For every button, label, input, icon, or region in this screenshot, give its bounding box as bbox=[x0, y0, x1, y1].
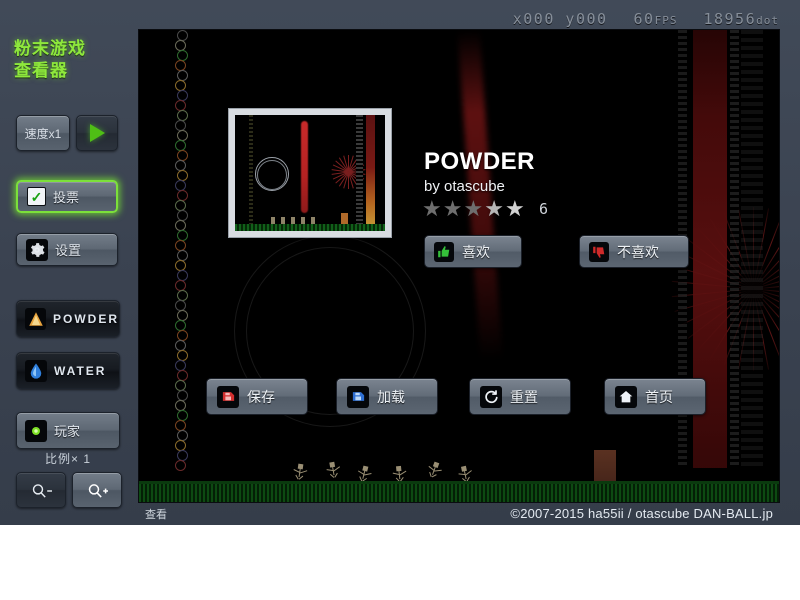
speed-button-label: 速度x1 bbox=[25, 125, 62, 142]
reset-button-label: 重置 bbox=[510, 387, 538, 407]
save-button-label: 保存 bbox=[247, 387, 275, 407]
sidebar-item-vote[interactable]: ✓ 投票 bbox=[16, 180, 118, 213]
vote-button-label: 投票 bbox=[53, 187, 79, 206]
brown-block bbox=[594, 450, 616, 484]
thumbnail-stick-figure bbox=[301, 217, 305, 224]
footer-bar: 查看 ©2007-2015 ha55ii / otascube DAN-BALL… bbox=[139, 502, 779, 525]
settings-button-label: 设置 bbox=[55, 240, 81, 259]
checkbox-checked-icon: ✓ bbox=[27, 187, 46, 206]
thumbs-down-icon bbox=[589, 242, 609, 262]
thumbnail-stick-figure bbox=[291, 217, 295, 224]
powder-icon bbox=[25, 308, 46, 330]
thumbnail-ring-inner bbox=[257, 160, 287, 190]
reset-button[interactable]: 重置 bbox=[469, 378, 571, 415]
thumbnail-red-stream bbox=[301, 121, 308, 213]
load-button-label: 加载 bbox=[377, 387, 405, 407]
fps-readout: 60FPS bbox=[634, 10, 678, 28]
rating-star-5[interactable]: ★ bbox=[505, 198, 525, 220]
dot-count-readout: 18956dot bbox=[703, 10, 779, 28]
page-title-line2: 查看器 bbox=[14, 60, 132, 82]
thumbs-up-icon bbox=[434, 242, 454, 262]
fps-value: 60 bbox=[634, 10, 655, 28]
game-thumbnail-frame[interactable] bbox=[228, 108, 392, 238]
home-icon bbox=[615, 386, 637, 408]
rating-stars[interactable]: ★★★★★ bbox=[422, 198, 525, 220]
stick-figure bbox=[323, 461, 344, 484]
cursor-y-label: y bbox=[565, 10, 576, 28]
reset-icon bbox=[480, 386, 502, 408]
footer-mode-label: 查看 bbox=[145, 506, 167, 522]
cursor-x-label: x bbox=[513, 10, 524, 28]
thumbnail-stick-figure bbox=[271, 217, 275, 224]
thumbnail-right-column-a bbox=[356, 115, 363, 231]
footer-copyright: ©2007-2015 ha55ii / otascube DAN-BALL.jp bbox=[510, 506, 773, 521]
thumbnail-left-column bbox=[249, 115, 253, 231]
thumbnail-grass bbox=[235, 224, 385, 231]
material-label-powder: POWDER bbox=[53, 312, 119, 326]
thumbnail-stick-figure bbox=[281, 217, 285, 224]
thumbnail-right-column-b bbox=[366, 115, 375, 231]
dot-unit: dot bbox=[756, 14, 779, 27]
thumbnail-block bbox=[341, 213, 348, 224]
zoom-out-icon bbox=[30, 481, 52, 499]
particle-ring-column bbox=[175, 30, 189, 470]
load-button[interactable]: 加载 bbox=[336, 378, 438, 415]
game-title: POWDER bbox=[424, 148, 535, 176]
fps-unit: FPS bbox=[655, 14, 678, 27]
thumbnail-stick-figure bbox=[311, 217, 315, 224]
app-root: 粉末游戏 查看器 速度x1 ✓ 投票 设置 bbox=[0, 0, 800, 600]
sidebar-item-settings[interactable]: 设置 bbox=[16, 233, 118, 266]
material-button-water[interactable]: WATER bbox=[16, 352, 120, 389]
play-button[interactable] bbox=[76, 115, 118, 151]
dot-value: 18956 bbox=[703, 10, 756, 28]
rating-star-2[interactable]: ★ bbox=[443, 198, 463, 220]
like-button[interactable]: 喜欢 bbox=[424, 235, 522, 268]
player-dot-icon bbox=[25, 420, 47, 442]
gear-icon bbox=[26, 239, 48, 261]
home-button-label: 首页 bbox=[645, 387, 673, 407]
game-author: by otascube bbox=[424, 178, 505, 195]
rating-star-3[interactable]: ★ bbox=[463, 198, 483, 220]
player-button-label: 玩家 bbox=[54, 421, 80, 440]
water-drop-icon bbox=[25, 360, 47, 382]
dislike-button-label: 不喜欢 bbox=[617, 242, 659, 262]
material-button-powder[interactable]: POWDER bbox=[16, 300, 120, 337]
game-canvas[interactable]: POWDER by otascube ★★★★★ 6 喜欢 不喜欢 bbox=[139, 30, 779, 502]
dislike-button[interactable]: 不喜欢 bbox=[579, 235, 689, 268]
cursor-y-value: 000 bbox=[576, 10, 608, 28]
sidebar-item-player[interactable]: 玩家 bbox=[16, 412, 120, 449]
vote-count: 6 bbox=[539, 200, 548, 218]
game-scene: POWDER by otascube ★★★★★ 6 喜欢 不喜欢 bbox=[139, 30, 779, 502]
material-label-water: WATER bbox=[54, 364, 106, 378]
rating-star-1[interactable]: ★ bbox=[422, 198, 442, 220]
checker-column-right bbox=[730, 30, 739, 468]
zoom-in-button[interactable] bbox=[72, 472, 122, 508]
zoom-in-icon bbox=[86, 481, 108, 499]
cursor-coordinates: x000 y000 bbox=[513, 10, 608, 28]
like-button-label: 喜欢 bbox=[462, 242, 490, 262]
home-button[interactable]: 首页 bbox=[604, 378, 706, 415]
save-button[interactable]: 保存 bbox=[206, 378, 308, 415]
scale-label: 比例× 1 bbox=[16, 450, 120, 467]
rating-star-4[interactable]: ★ bbox=[484, 198, 504, 220]
save-icon bbox=[217, 386, 239, 408]
ground-grass bbox=[139, 484, 779, 502]
game-thumbnail bbox=[235, 115, 385, 231]
cursor-x-value: 000 bbox=[523, 10, 555, 28]
particle-ring bbox=[175, 460, 186, 471]
dark-stripe-column bbox=[741, 30, 763, 468]
page-title-line1: 粉末游戏 bbox=[14, 38, 132, 60]
zoom-out-button[interactable] bbox=[16, 472, 66, 508]
speed-button[interactable]: 速度x1 bbox=[16, 115, 70, 151]
status-bar: x000 y000 60FPS 18956dot bbox=[139, 8, 779, 30]
play-triangle-icon bbox=[90, 124, 105, 142]
sidebar: 粉末游戏 查看器 速度x1 ✓ 投票 设置 bbox=[0, 0, 135, 525]
page-title: 粉末游戏 查看器 bbox=[14, 38, 132, 82]
load-icon bbox=[347, 386, 369, 408]
